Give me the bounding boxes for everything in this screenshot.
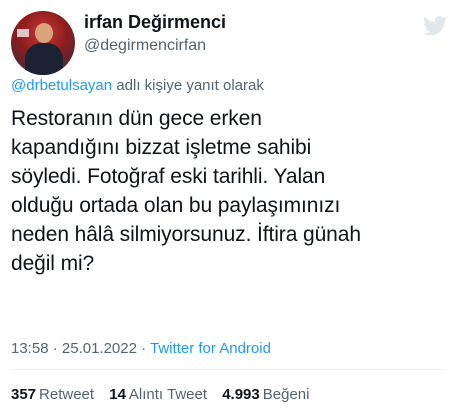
reply-mention-link[interactable]: @drbetulsayan — [11, 77, 112, 94]
tweet-source-link[interactable]: Twitter for Android — [150, 340, 271, 357]
avatar-head — [35, 23, 53, 43]
profile-avatar[interactable] — [11, 11, 75, 75]
divider — [11, 369, 444, 370]
quotes-count: 14 — [109, 386, 126, 403]
meta-separator: · — [48, 340, 62, 357]
tweet-date[interactable]: 25.01.2022 — [62, 340, 137, 357]
avatar-suit — [25, 43, 63, 75]
quotes-label: Alıntı Tweet — [128, 386, 208, 403]
likes-label: Beğeni — [262, 386, 310, 403]
quotes-stat[interactable]: 14 Alıntı Tweet — [109, 386, 207, 403]
twitter-bird-icon — [423, 16, 447, 36]
reply-context: @drbetulsayan adlı kişiye yanıt olarak — [11, 77, 264, 94]
reply-suffix: adlı kişiye yanıt olarak — [116, 77, 264, 94]
tweet-meta: 13:58 · 25.01.2022 · Twitter for Android — [11, 340, 271, 357]
engagement-stats: 357 Retweet 14 Alıntı Tweet 4.993 Beğeni — [11, 386, 320, 403]
meta-separator: · — [136, 340, 151, 357]
author-name[interactable]: irfan Değirmenci — [84, 12, 226, 33]
retweets-stat[interactable]: 357 Retweet — [11, 386, 94, 403]
retweets-count: 357 — [11, 386, 37, 403]
tweet-text: Restoranın dün gece erken kapandığını bi… — [11, 107, 361, 275]
likes-stat[interactable]: 4.993 Beğeni — [222, 386, 309, 403]
likes-count: 4.993 — [222, 386, 260, 403]
retweets-label: Retweet — [39, 386, 95, 403]
avatar-tag — [17, 29, 29, 37]
author-handle[interactable]: @degirmencirfan — [84, 37, 206, 55]
tweet-time[interactable]: 13:58 — [11, 340, 49, 357]
